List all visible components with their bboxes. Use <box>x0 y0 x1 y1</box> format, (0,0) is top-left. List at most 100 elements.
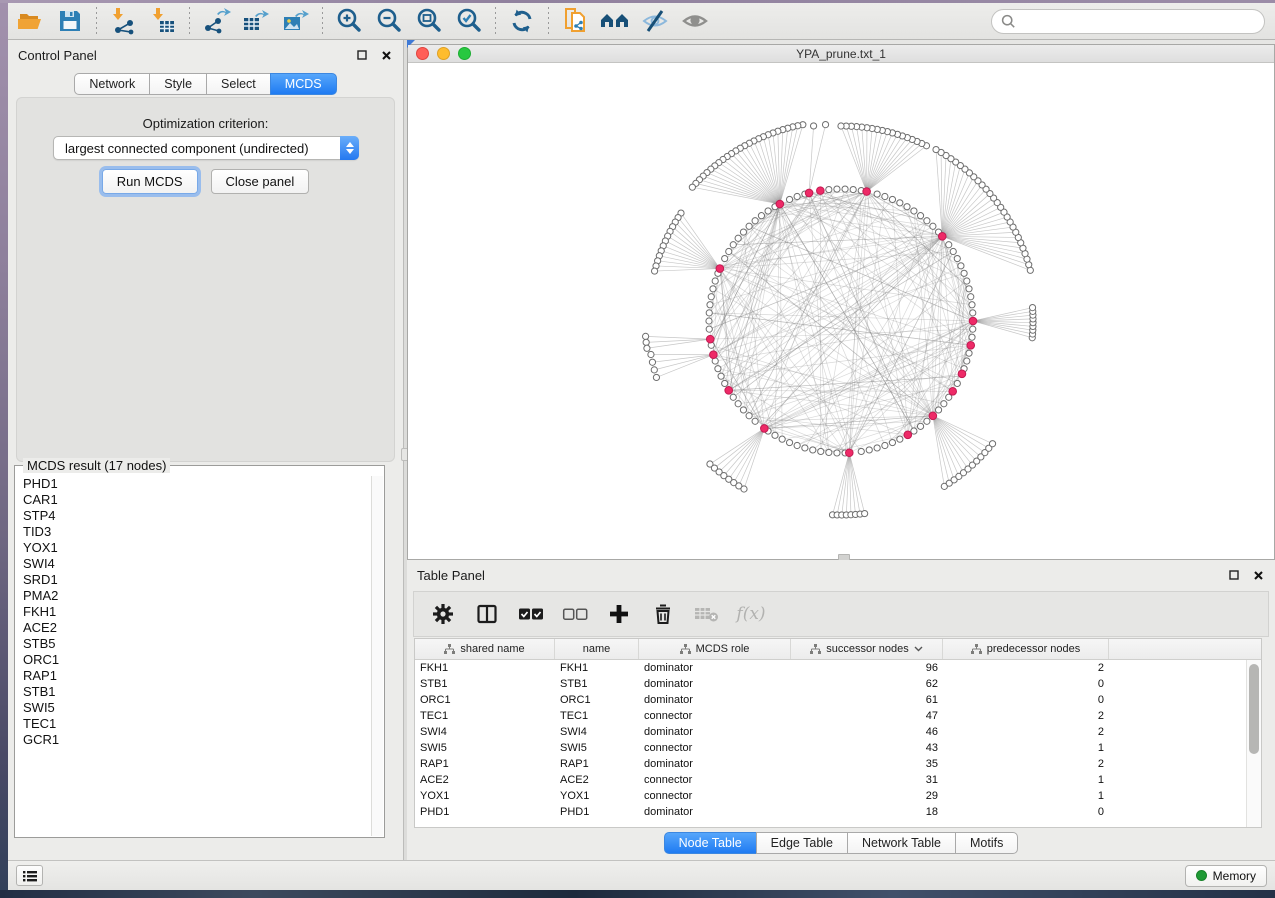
show-all-eye-icon <box>680 7 710 35</box>
zoom-in-button[interactable] <box>329 4 369 38</box>
network-window-titlebar[interactable]: YPA_prune.txt_1 <box>408 45 1274 63</box>
zoom-out-button[interactable] <box>369 4 409 38</box>
duplicate-network-button[interactable] <box>555 4 595 38</box>
zoom-selected-button[interactable] <box>449 4 489 38</box>
float-panel-icon[interactable] <box>355 48 369 62</box>
float-panel-icon[interactable] <box>1227 568 1241 582</box>
table-row[interactable]: TEC1TEC1connector472 <box>415 708 1246 724</box>
search-input[interactable] <box>1016 14 1255 28</box>
show-all-button[interactable] <box>675 4 715 38</box>
toolbar-separator <box>322 7 323 35</box>
close-panel-icon[interactable] <box>1251 568 1265 582</box>
hide-selected-button[interactable] <box>635 4 675 38</box>
tab-node-table[interactable]: Node Table <box>664 832 756 854</box>
table-row[interactable]: YOX1YOX1connector291 <box>415 788 1246 804</box>
first-neighbors-button[interactable] <box>595 4 635 38</box>
status-bar: Memory <box>8 860 1275 890</box>
table-row[interactable]: SWI5SWI5connector431 <box>415 740 1246 756</box>
export-table-button[interactable] <box>236 4 276 38</box>
export-network-icon <box>201 6 231 36</box>
mcds-result-list[interactable]: PHD1 CAR1 STP4 TID3 YOX1 SWI4 SRD1 PMA2 … <box>16 476 371 836</box>
add-column-button[interactable] <box>604 599 634 629</box>
tab-motifs[interactable]: Motifs <box>955 832 1018 854</box>
list-item[interactable]: RAP1 <box>16 668 371 684</box>
list-item[interactable]: STB1 <box>16 684 371 700</box>
tab-style[interactable]: Style <box>149 73 206 95</box>
delete-column-button[interactable] <box>648 599 678 629</box>
table-toolbar: f(x) <box>413 591 1269 637</box>
export-network-button[interactable] <box>196 4 236 38</box>
plus-icon <box>608 603 630 625</box>
table-row[interactable]: FKH1FKH1dominator962 <box>415 660 1246 676</box>
zoom-fit-button[interactable] <box>409 4 449 38</box>
import-table-button[interactable] <box>143 4 183 38</box>
table-scrollbar[interactable] <box>1246 660 1261 827</box>
gear-icon <box>432 603 454 625</box>
hide-selected-eye-icon <box>640 7 670 35</box>
mcds-list-scrollbar[interactable] <box>371 476 383 836</box>
list-item[interactable]: TID3 <box>16 524 371 540</box>
table-row[interactable]: PHD1PHD1dominator180 <box>415 804 1246 820</box>
table-header-row: shared name name MCDS role successor nod… <box>415 639 1261 660</box>
mcds-result-title: MCDS result (17 nodes) <box>23 458 170 473</box>
tab-select[interactable]: Select <box>206 73 270 95</box>
export-image-button[interactable] <box>276 4 316 38</box>
column-header-successor-nodes[interactable]: successor nodes <box>791 639 943 659</box>
open-session-button[interactable] <box>10 4 50 38</box>
list-item[interactable]: FKH1 <box>16 604 371 620</box>
list-item[interactable]: YOX1 <box>16 540 371 556</box>
search-field[interactable] <box>991 9 1265 34</box>
list-item[interactable]: GCR1 <box>16 732 371 748</box>
memory-button[interactable]: Memory <box>1185 865 1267 887</box>
save-session-button[interactable] <box>50 4 90 38</box>
workspace-column: YPA_prune.txt_1 Table Panel <box>407 40 1275 860</box>
memory-label: Memory <box>1213 869 1256 883</box>
import-network-button[interactable] <box>103 4 143 38</box>
task-history-button[interactable] <box>16 865 43 886</box>
list-item[interactable]: SRD1 <box>16 572 371 588</box>
column-header-name[interactable]: name <box>555 639 639 659</box>
network-canvas[interactable] <box>408 63 1274 559</box>
list-item[interactable]: PHD1 <box>16 476 371 492</box>
list-item[interactable]: CAR1 <box>16 492 371 508</box>
table-scrollbar-thumb[interactable] <box>1249 664 1259 754</box>
network-graph[interactable] <box>408 63 1274 559</box>
close-panel-icon[interactable] <box>379 48 393 62</box>
list-item[interactable]: STP4 <box>16 508 371 524</box>
tab-edge-table[interactable]: Edge Table <box>756 832 847 854</box>
table-row[interactable]: STB1STB1dominator620 <box>415 676 1246 692</box>
control-panel-title: Control Panel <box>18 48 97 63</box>
column-label: MCDS role <box>696 643 750 655</box>
tab-mcds[interactable]: MCDS <box>270 73 337 95</box>
list-item[interactable]: ACE2 <box>16 620 371 636</box>
refresh-button[interactable] <box>502 4 542 38</box>
list-item[interactable]: SWI5 <box>16 700 371 716</box>
list-item[interactable]: ORC1 <box>16 652 371 668</box>
column-label: name <box>583 643 611 655</box>
control-panel-titlebar: Control Panel <box>8 40 403 70</box>
run-mcds-button[interactable]: Run MCDS <box>102 169 198 194</box>
table-row[interactable]: ORC1ORC1dominator610 <box>415 692 1246 708</box>
list-item[interactable]: SWI4 <box>16 556 371 572</box>
show-columns-button[interactable] <box>472 599 502 629</box>
tab-network-table[interactable]: Network Table <box>847 832 955 854</box>
table-row[interactable]: SWI4SWI4dominator462 <box>415 724 1246 740</box>
criterion-select[interactable]: largest connected component (undirected) <box>53 136 359 160</box>
table-settings-button[interactable] <box>428 599 458 629</box>
close-panel-button[interactable]: Close panel <box>211 169 310 194</box>
control-panel-tabs: Network Style Select MCDS <box>8 73 403 95</box>
trash-icon <box>652 603 674 625</box>
table-row[interactable]: RAP1RAP1dominator352 <box>415 756 1246 772</box>
column-header-predecessor-nodes[interactable]: predecessor nodes <box>943 639 1109 659</box>
tab-network[interactable]: Network <box>74 73 149 95</box>
select-all-button[interactable] <box>516 599 546 629</box>
column-header-shared-name[interactable]: shared name <box>415 639 555 659</box>
list-item[interactable]: STB5 <box>16 636 371 652</box>
deselect-all-button[interactable] <box>560 599 590 629</box>
table-row[interactable]: ACE2ACE2connector311 <box>415 772 1246 788</box>
clear-table-icon <box>694 604 720 624</box>
list-item[interactable]: PMA2 <box>16 588 371 604</box>
column-header-mcds-role[interactable]: MCDS role <box>639 639 791 659</box>
list-item[interactable]: TEC1 <box>16 716 371 732</box>
select-stepper-icon <box>340 136 359 160</box>
